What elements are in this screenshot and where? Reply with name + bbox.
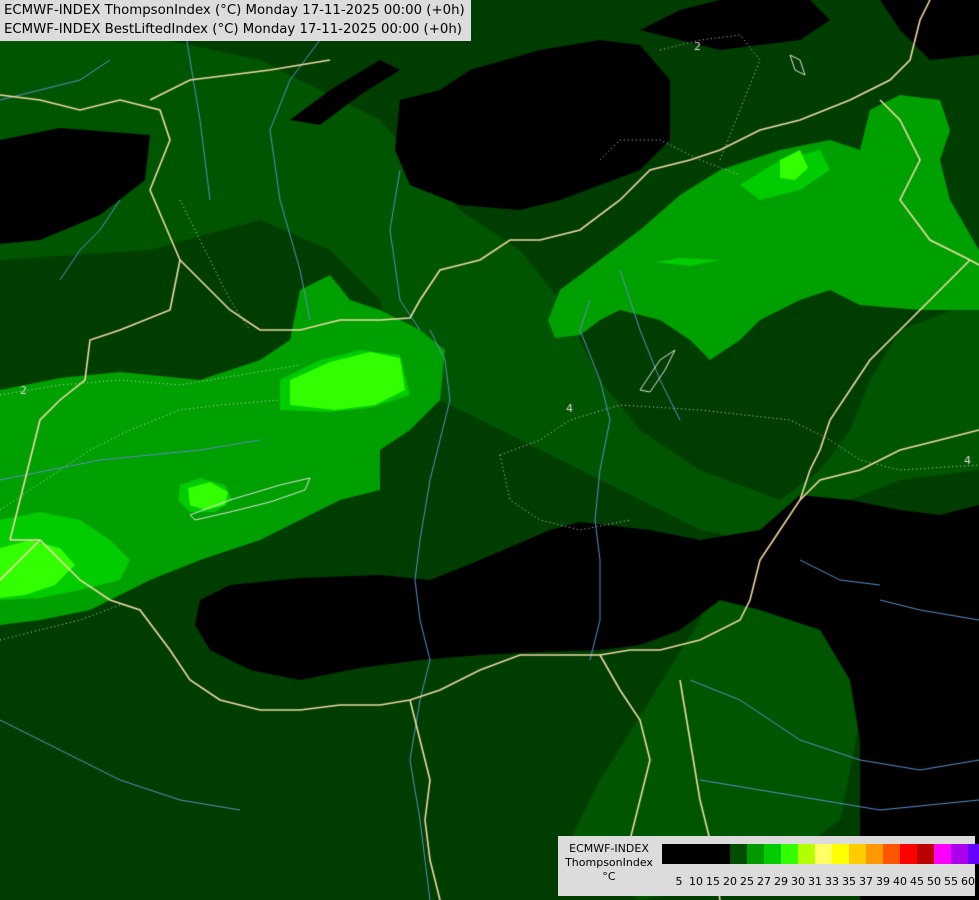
legend-swatch: [917, 844, 934, 864]
weather-map[interactable]: [0, 0, 979, 900]
legend-tick: 35: [842, 875, 856, 888]
legend-parameter-name: ThompsonIndex: [565, 856, 653, 869]
legend-tick: 55: [944, 875, 958, 888]
legend-swatch: [696, 844, 713, 864]
legend-tick: 50: [927, 875, 941, 888]
legend-unit: °C: [602, 870, 616, 883]
legend-tick: 45: [910, 875, 924, 888]
legend-tick: 33: [825, 875, 839, 888]
title-bar: ECMWF-INDEX ThompsonIndex (°C) Monday 17…: [0, 0, 471, 41]
legend-swatch: [747, 844, 764, 864]
legend-swatch: [832, 844, 849, 864]
legend-tick: 31: [808, 875, 822, 888]
legend-swatch: [662, 844, 679, 864]
legend-swatch: [713, 844, 730, 864]
legend-swatch: [968, 844, 979, 864]
legend-swatch: [866, 844, 883, 864]
legend-swatch: [798, 844, 815, 864]
legend-tick: 29: [774, 875, 788, 888]
legend-swatch: [679, 844, 696, 864]
legend-tick: 37: [859, 875, 873, 888]
legend-swatch: [815, 844, 832, 864]
legend-tick: 30: [791, 875, 805, 888]
legend-tick: 39: [876, 875, 890, 888]
legend-model-name: ECMWF-INDEX: [569, 842, 649, 855]
legend-swatch: [951, 844, 968, 864]
legend-tick: 27: [757, 875, 771, 888]
legend-swatch: [781, 844, 798, 864]
legend-tick: 20: [723, 875, 737, 888]
legend-swatch: [883, 844, 900, 864]
legend-tick: 40: [893, 875, 907, 888]
legend-tick: 10: [689, 875, 703, 888]
legend-swatches: [662, 844, 979, 864]
legend-tick: 60: [961, 875, 975, 888]
legend-tick: 25: [740, 875, 754, 888]
legend-swatch: [849, 844, 866, 864]
legend-tick: 15: [706, 875, 720, 888]
title-best-lifted-index: ECMWF-INDEX BestLiftedIndex (°C) Monday …: [4, 22, 462, 37]
legend-swatch: [900, 844, 917, 864]
legend-tick: 5: [675, 875, 683, 888]
legend-swatch: [730, 844, 747, 864]
legend-swatch: [934, 844, 951, 864]
title-thompson-index: ECMWF-INDEX ThompsonIndex (°C) Monday 17…: [4, 3, 465, 18]
color-legend: ECMWF-INDEX ThompsonIndex °C 5 10 15 20 25 27…: [558, 836, 979, 896]
legend-label: ECMWF-INDEX ThompsonIndex °C: [558, 842, 660, 884]
legend-ticks: 5 10 15 20 25 27 29 30 31 33 35 37 39 40 45 50 55 60: [662, 875, 979, 889]
legend-swatch: [764, 844, 781, 864]
